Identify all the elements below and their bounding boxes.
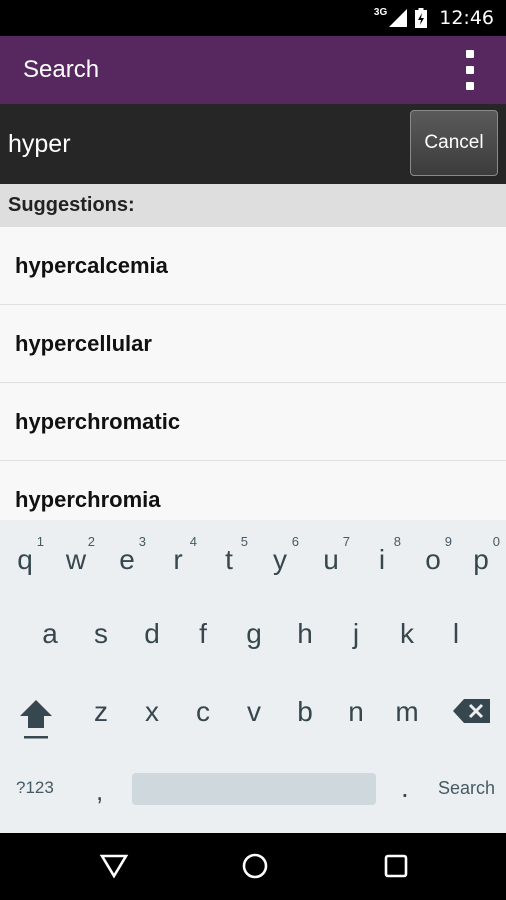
key-z[interactable]: z <box>76 696 126 736</box>
key-y[interactable]: 6 y <box>255 534 305 594</box>
suggestions-header: Suggestions: <box>0 184 506 227</box>
key-t[interactable]: 5 t <box>204 534 254 594</box>
key-q[interactable]: 1 q <box>0 534 50 594</box>
comma-key[interactable]: , <box>96 776 103 807</box>
key-c[interactable]: c <box>178 696 228 736</box>
status-bar: 3G 12:46 <box>0 0 506 36</box>
back-icon[interactable] <box>99 851 129 881</box>
key-d[interactable]: d <box>127 618 177 658</box>
search-input[interactable]: hyper <box>8 104 71 184</box>
clock: 12:46 <box>439 7 494 29</box>
key-n[interactable]: n <box>331 696 381 736</box>
space-bar[interactable] <box>132 773 376 805</box>
app-bar: Search <box>0 36 506 104</box>
key-v[interactable]: v <box>229 696 279 736</box>
key-f[interactable]: f <box>178 618 228 658</box>
suggestion-list: hypercalcemia hypercellular hyperchromat… <box>0 227 506 539</box>
key-g[interactable]: g <box>229 618 279 658</box>
key-o[interactable]: 9 o <box>408 534 458 594</box>
key-p[interactable]: 0 p <box>456 534 506 594</box>
key-b[interactable]: b <box>280 696 330 736</box>
key-r[interactable]: 4 r <box>153 534 203 594</box>
key-x[interactable]: x <box>127 696 177 736</box>
key-w[interactable]: 2 w <box>51 534 101 594</box>
key-a[interactable]: a <box>25 618 75 658</box>
shift-key[interactable] <box>14 696 58 742</box>
suggestion-item[interactable]: hyperchromatic <box>0 383 506 461</box>
key-u[interactable]: 7 u <box>306 534 356 594</box>
signal-icon <box>389 9 408 27</box>
app-title: Search <box>23 56 100 83</box>
symbols-key[interactable]: ?123 <box>16 778 54 798</box>
backspace-icon <box>453 699 490 723</box>
key-m[interactable]: m <box>382 696 432 736</box>
suggestion-item[interactable]: hypercalcemia <box>0 227 506 305</box>
overflow-menu-icon[interactable] <box>462 50 478 90</box>
suggestion-item[interactable]: hypercellular <box>0 305 506 383</box>
home-icon[interactable] <box>240 851 270 881</box>
key-l[interactable]: l <box>431 618 481 658</box>
key-h[interactable]: h <box>280 618 330 658</box>
search-action-key[interactable]: Search <box>438 778 495 799</box>
key-j[interactable]: j <box>331 618 381 658</box>
backspace-key[interactable] <box>450 696 494 726</box>
period-key[interactable]: . <box>401 772 409 804</box>
shift-icon <box>20 700 52 739</box>
recents-icon[interactable] <box>381 851 411 881</box>
battery-icon <box>415 8 428 28</box>
network-type: 3G <box>373 6 388 18</box>
cancel-button[interactable]: Cancel <box>410 110 498 176</box>
key-e[interactable]: 3 e <box>102 534 152 594</box>
key-s[interactable]: s <box>76 618 126 658</box>
soft-keyboard: 1 q 2 w 3 e 4 r 5 t 6 y 7 u 8 i 9 o 0 p … <box>0 520 506 833</box>
key-k[interactable]: k <box>382 618 432 658</box>
key-i[interactable]: 8 i <box>357 534 407 594</box>
navigation-bar <box>0 833 506 900</box>
